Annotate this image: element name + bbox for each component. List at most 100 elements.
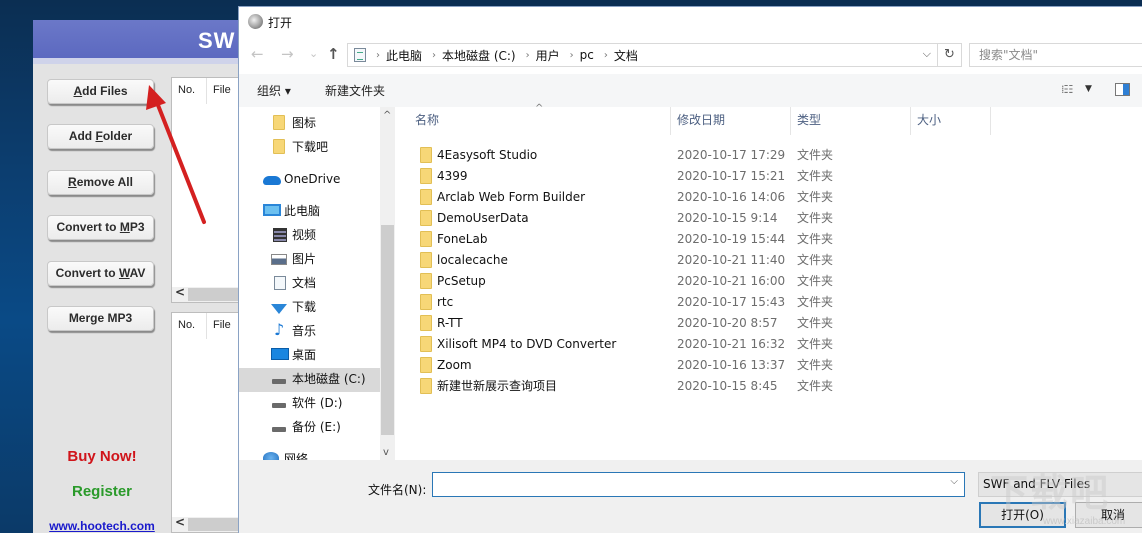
breadcrumb-separator-icon[interactable]: › xyxy=(604,50,608,61)
nav-item-pictures[interactable]: 图片 xyxy=(239,248,380,272)
file-row[interactable]: FoneLab2020-10-19 15:44文件夹 xyxy=(397,229,1142,250)
file-row[interactable]: Xilisoft MP4 to DVD Converter2020-10-21 … xyxy=(397,334,1142,355)
up-arrow-icon[interactable]: ↑ xyxy=(327,45,340,63)
nav-item-onedrive[interactable]: OneDrive xyxy=(239,168,380,192)
recent-locations-chevron-icon[interactable]: ⌄ xyxy=(309,47,318,60)
website-link[interactable]: www.hootech.com xyxy=(33,519,171,533)
column-header-type[interactable]: 类型 xyxy=(791,107,911,135)
file-row[interactable]: Zoom2020-10-16 13:37文件夹 xyxy=(397,355,1142,376)
breadcrumb-documents[interactable]: 文档 xyxy=(614,47,638,64)
nav-item-backup-e[interactable]: 备份 (E:) xyxy=(239,416,380,440)
file-name: 4Easysoft Studio xyxy=(437,145,537,165)
breadcrumb-separator-icon[interactable]: › xyxy=(376,50,380,61)
address-dropdown-icon[interactable]: ⌵ xyxy=(923,47,931,61)
convert-to-wav-button[interactable]: Convert to WAV xyxy=(47,261,154,286)
remove-all-button[interactable]: Remove All xyxy=(47,170,154,195)
folder-icon xyxy=(420,336,432,352)
convert-to-mp3-button[interactable]: Convert to MP3 xyxy=(47,215,154,240)
breadcrumb-separator-icon[interactable]: › xyxy=(526,50,530,61)
column-file[interactable]: File xyxy=(207,78,231,104)
breadcrumb-separator-icon[interactable]: › xyxy=(432,50,436,61)
nav-item-videos[interactable]: 视频 xyxy=(239,224,380,248)
file-row[interactable]: DemoUserData2020-10-15 9:14文件夹 xyxy=(397,208,1142,229)
nav-item-documents[interactable]: 文档 xyxy=(239,272,380,296)
forward-arrow-icon[interactable]: → xyxy=(281,45,294,63)
file-type: 文件夹 xyxy=(797,355,833,375)
breadcrumb-this-pc[interactable]: 此电脑 xyxy=(386,47,422,64)
column-no[interactable]: No. xyxy=(172,78,207,104)
file-date: 2020-10-16 14:06 xyxy=(677,187,785,207)
file-type: 文件夹 xyxy=(797,208,833,228)
merge-mp3-button[interactable]: Merge MP3 xyxy=(47,306,154,331)
file-row[interactable]: localecache2020-10-21 11:40文件夹 xyxy=(397,250,1142,271)
scroll-thumb[interactable] xyxy=(381,225,394,435)
scroll-left-icon[interactable]: < xyxy=(175,285,185,299)
folder-icon xyxy=(273,115,285,130)
view-dropdown-arrow-icon[interactable]: ▼ xyxy=(1085,84,1092,94)
column-file[interactable]: File xyxy=(207,313,231,339)
breadcrumb-local-disk[interactable]: 本地磁盘 (C:) xyxy=(442,47,516,64)
folder-icon xyxy=(420,315,432,331)
file-row[interactable]: PcSetup2020-10-21 16:00文件夹 xyxy=(397,271,1142,292)
back-arrow-icon[interactable]: ← xyxy=(251,45,264,63)
file-row[interactable]: 43992020-10-17 15:21文件夹 xyxy=(397,166,1142,187)
file-row[interactable]: rtc2020-10-17 15:43文件夹 xyxy=(397,292,1142,313)
add-folder-button[interactable]: Add Folder xyxy=(47,124,154,149)
nav-item-icons-folder[interactable]: 图标 xyxy=(239,112,380,136)
file-date: 2020-10-21 16:00 xyxy=(677,271,785,291)
column-no[interactable]: No. xyxy=(172,313,207,339)
column-header-date-modified[interactable]: 修改日期 xyxy=(671,107,791,135)
file-date: 2020-10-17 15:43 xyxy=(677,292,785,312)
file-date: 2020-10-15 8:45 xyxy=(677,376,778,396)
nav-item-downloads[interactable]: 下载 xyxy=(239,296,380,320)
register-link[interactable]: Register xyxy=(33,483,171,500)
cancel-button[interactable]: 取消 xyxy=(1075,502,1142,528)
column-header-name[interactable]: 名称 xyxy=(397,107,671,135)
file-row[interactable]: 4Easysoft Studio2020-10-17 17:29文件夹 xyxy=(397,145,1142,166)
breadcrumb-users[interactable]: 用户 xyxy=(536,47,560,64)
file-type: 文件夹 xyxy=(797,334,833,354)
nav-item-local-disk-c[interactable]: 本地磁盘 (C:) xyxy=(239,368,380,392)
scroll-up-icon[interactable]: ^ xyxy=(383,110,391,121)
filename-combobox[interactable]: ⌵ xyxy=(432,472,965,497)
view-options-icon[interactable]: ⁞☷ xyxy=(1061,83,1072,96)
file-type: 文件夹 xyxy=(797,271,833,291)
file-name: localecache xyxy=(437,250,508,270)
folder-icon xyxy=(420,273,432,289)
file-date: 2020-10-19 15:44 xyxy=(677,229,785,249)
search-input[interactable]: 搜索"文档" xyxy=(969,43,1142,67)
nav-item-desktop[interactable]: 桌面 xyxy=(239,344,380,368)
buy-now-link[interactable]: Buy Now! xyxy=(33,448,171,465)
nav-item-music[interactable]: ♪ 音乐 xyxy=(239,320,380,344)
nav-item-software-d[interactable]: 软件 (D:) xyxy=(239,392,380,416)
nav-item-label: 下载吧 xyxy=(292,136,328,158)
navigation-pane-scrollbar[interactable]: ^ v xyxy=(380,107,395,460)
file-name: DemoUserData xyxy=(437,208,529,228)
new-folder-button[interactable]: 新建文件夹 xyxy=(325,82,385,99)
computer-icon xyxy=(263,204,281,216)
breadcrumb-pc[interactable]: pc xyxy=(580,48,594,62)
breadcrumb-separator-icon[interactable]: › xyxy=(570,50,574,61)
column-header-size[interactable]: 大小 xyxy=(911,107,991,135)
file-row[interactable]: 新建世新展示查询项目2020-10-15 8:45文件夹 xyxy=(397,376,1142,397)
filename-input[interactable] xyxy=(433,473,964,496)
folder-icon xyxy=(420,168,432,184)
open-button[interactable]: 打开(O) xyxy=(979,502,1066,528)
nav-item-this-pc[interactable]: 此电脑 xyxy=(239,200,380,224)
dialog-footer: 文件名(N): ⌵ SWF and FLV Files 打开(O) 取消 xyxy=(239,460,1142,533)
scroll-left-icon[interactable]: < xyxy=(175,515,185,529)
nav-item-label: 备份 (E:) xyxy=(292,416,341,438)
preview-pane-icon[interactable] xyxy=(1115,83,1130,96)
file-type: 文件夹 xyxy=(797,250,833,270)
file-row[interactable]: R-TT2020-10-20 8:57文件夹 xyxy=(397,313,1142,334)
nav-item-xiazaiba-folder[interactable]: 下载吧 xyxy=(239,136,380,160)
add-files-button[interactable]: Add Files xyxy=(47,79,154,104)
file-type-select[interactable]: SWF and FLV Files xyxy=(978,472,1142,497)
address-bar[interactable]: › 此电脑 › 本地磁盘 (C:) › 用户 › pc › 文档 ⌵ ↻ xyxy=(347,43,962,67)
file-name: 新建世新展示查询项目 xyxy=(437,376,557,396)
file-row[interactable]: Arclab Web Form Builder2020-10-16 14:06文… xyxy=(397,187,1142,208)
organize-menu[interactable]: 组织 ▾ xyxy=(257,82,291,99)
scroll-down-icon[interactable]: v xyxy=(383,447,389,458)
drive-icon xyxy=(272,379,286,384)
refresh-icon[interactable]: ↻ xyxy=(937,44,961,66)
